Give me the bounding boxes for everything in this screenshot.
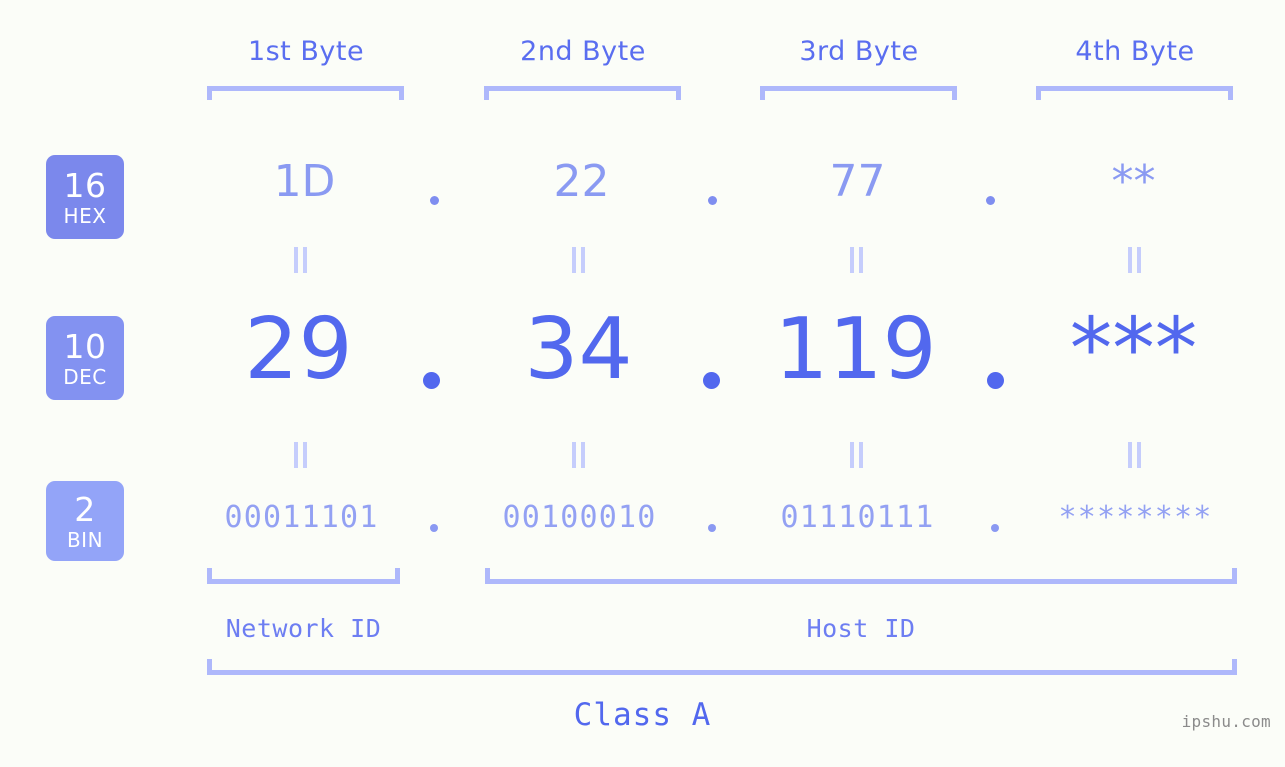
hex-octet-3: 77 bbox=[829, 156, 886, 207]
class-bracket bbox=[207, 659, 1237, 675]
hex-separator-dot-2 bbox=[708, 196, 717, 205]
site-watermark: ipshu.com bbox=[1181, 712, 1271, 731]
equals-connector-hex-dec-2 bbox=[572, 247, 586, 273]
dec-separator-dot-3 bbox=[987, 372, 1004, 389]
bin-octet-4: ******** bbox=[1058, 500, 1213, 535]
base-badge-bin: 2 BIN bbox=[46, 481, 124, 561]
base-badge-hex: 16 HEX bbox=[46, 155, 124, 239]
base-badge-dec-name: DEC bbox=[63, 364, 107, 389]
bin-separator-dot-3 bbox=[991, 524, 999, 532]
bin-separator-dot-2 bbox=[708, 524, 716, 532]
equals-connector-hex-dec-3 bbox=[850, 247, 864, 273]
equals-connector-dec-bin-1 bbox=[294, 442, 308, 468]
byte-header-2: 2nd Byte bbox=[520, 36, 646, 67]
dec-separator-dot-1 bbox=[423, 372, 440, 389]
class-label: Class A bbox=[573, 697, 712, 733]
network-id-bracket bbox=[207, 568, 400, 584]
dec-octet-1: 29 bbox=[244, 300, 353, 399]
dec-octet-3: 119 bbox=[774, 300, 937, 399]
equals-connector-hex-dec-4 bbox=[1128, 247, 1142, 273]
host-id-bracket bbox=[485, 568, 1237, 584]
hex-separator-dot-3 bbox=[986, 196, 995, 205]
bin-octet-3: 01110111 bbox=[780, 500, 935, 535]
base-badge-bin-name: BIN bbox=[66, 527, 104, 552]
byte-header-1: 1st Byte bbox=[247, 36, 365, 67]
byte-header-4: 4th Byte bbox=[1075, 36, 1195, 67]
hex-octet-4: ** bbox=[1111, 156, 1156, 207]
equals-connector-dec-bin-2 bbox=[572, 442, 586, 468]
equals-connector-dec-bin-4 bbox=[1128, 442, 1142, 468]
ip-address-diagram: 1st Byte 2nd Byte 3rd Byte 4th Byte 16 H… bbox=[0, 0, 1285, 767]
base-badge-bin-number: 2 bbox=[74, 489, 96, 529]
hex-octet-2: 22 bbox=[553, 156, 610, 207]
byte-header-3: 3rd Byte bbox=[799, 36, 919, 67]
byte-bracket-3 bbox=[760, 86, 957, 100]
base-badge-hex-name: HEX bbox=[63, 203, 107, 228]
base-badge-dec: 10 DEC bbox=[46, 316, 124, 400]
bin-octet-1: 00011101 bbox=[224, 500, 379, 535]
equals-connector-dec-bin-3 bbox=[850, 442, 864, 468]
byte-bracket-1 bbox=[207, 86, 404, 100]
base-badge-dec-number: 10 bbox=[63, 326, 107, 366]
dec-separator-dot-2 bbox=[703, 372, 720, 389]
bin-octet-2: 00100010 bbox=[502, 500, 657, 535]
dec-octet-2: 34 bbox=[524, 300, 633, 399]
byte-bracket-2 bbox=[484, 86, 681, 100]
hex-octet-1: 1D bbox=[273, 156, 336, 207]
equals-connector-hex-dec-1 bbox=[294, 247, 308, 273]
bin-separator-dot-1 bbox=[430, 524, 438, 532]
network-id-label: Network ID bbox=[225, 614, 382, 643]
hex-separator-dot-1 bbox=[430, 196, 439, 205]
byte-bracket-4 bbox=[1036, 86, 1233, 100]
dec-octet-4: *** bbox=[1069, 300, 1198, 399]
host-id-label: Host ID bbox=[806, 614, 916, 643]
base-badge-hex-number: 16 bbox=[63, 165, 107, 205]
